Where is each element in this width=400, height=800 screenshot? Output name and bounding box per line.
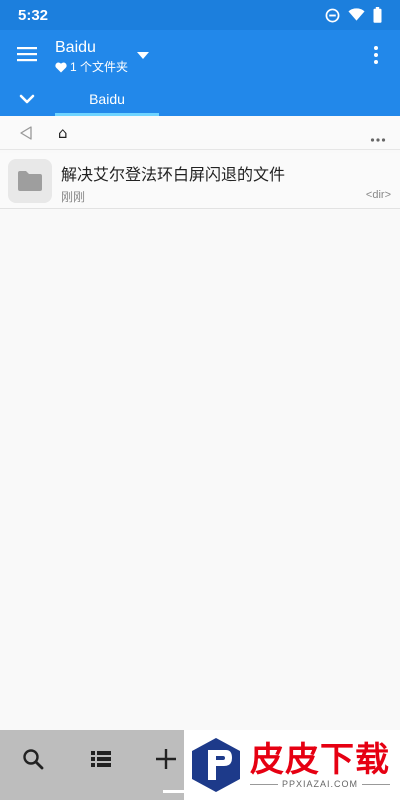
watermark-sub: PPXIAZAI.COM	[282, 779, 359, 789]
app-subtitle: 1 个文件夹	[55, 59, 128, 75]
file-name: 解决艾尔登法环白屏闪退的文件	[61, 167, 286, 184]
list-item[interactable]: 解决艾尔登法环白屏闪退的文件 刚刚 <dir>	[0, 153, 400, 209]
tab-label: Baidu	[89, 91, 125, 107]
chevron-down-icon	[19, 94, 35, 104]
hamburger-icon	[17, 47, 37, 62]
tab-baidu[interactable]: Baidu	[55, 82, 159, 116]
watermark-logo	[192, 738, 240, 792]
home-icon: ⌂	[58, 124, 68, 142]
add-icon	[156, 749, 176, 769]
list-view-icon	[91, 751, 111, 767]
list-view-button[interactable]	[88, 746, 114, 772]
do-not-disturb-icon	[325, 8, 340, 23]
triangle-down-icon	[137, 52, 149, 59]
back-button[interactable]	[18, 125, 34, 141]
folder-tile	[8, 159, 52, 203]
folder-count: 1 个文件夹	[70, 60, 129, 74]
app-title: Baidu	[55, 39, 96, 56]
file-type: <dir>	[365, 189, 391, 201]
status-icons	[325, 7, 382, 23]
status-time: 5:32	[18, 6, 49, 24]
search-button[interactable]	[20, 746, 46, 772]
folder-icon	[18, 171, 42, 191]
location-title[interactable]: Baidu 1 个文件夹	[55, 38, 128, 75]
path-more-button[interactable]	[370, 130, 386, 142]
app-bar: Baidu 1 个文件夹 Baidu	[0, 30, 400, 116]
home-button[interactable]: ⌂	[58, 124, 74, 142]
battery-icon	[373, 7, 382, 23]
location-dropdown[interactable]	[136, 48, 150, 59]
search-icon	[23, 749, 44, 770]
watermark: 皮皮下载 PPXIAZAI.COM	[184, 730, 400, 800]
status-bar: 5:32	[0, 0, 400, 30]
watermark-sub-row: PPXIAZAI.COM	[250, 779, 391, 789]
back-triangle-icon	[20, 126, 32, 140]
add-button[interactable]	[153, 746, 179, 772]
menu-button[interactable]	[15, 44, 41, 64]
heart-icon	[55, 62, 67, 72]
more-vertical-icon	[374, 46, 378, 64]
watermark-text: 皮皮下载 PPXIAZAI.COM	[250, 740, 391, 789]
collapse-button[interactable]	[18, 90, 36, 108]
watermark-main: 皮皮下载	[250, 740, 390, 780]
file-list: 解决艾尔登法环白屏闪退的文件 刚刚 <dir>	[0, 150, 400, 730]
more-horizontal-icon	[370, 138, 386, 142]
overflow-menu-button[interactable]	[368, 44, 384, 66]
path-bar: ⌂	[0, 116, 400, 150]
file-time: 刚刚	[61, 190, 86, 204]
wifi-icon	[348, 8, 365, 22]
tab-row: Baidu	[0, 82, 400, 116]
